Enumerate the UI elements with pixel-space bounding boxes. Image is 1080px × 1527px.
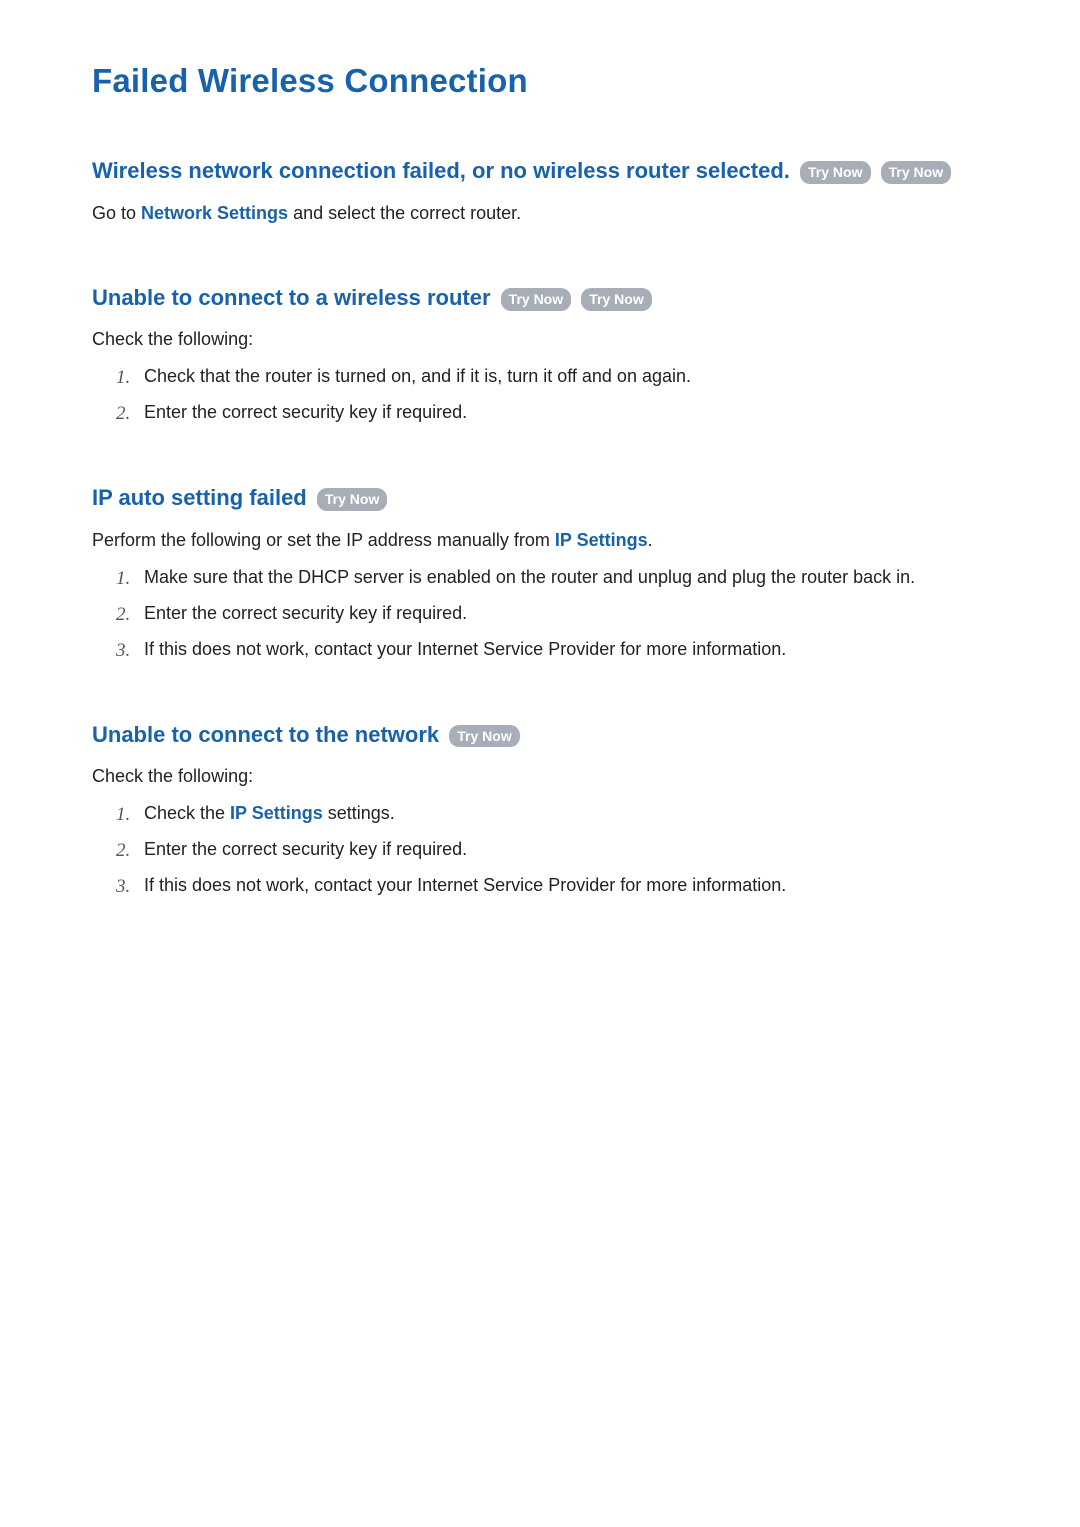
list-number: 2. bbox=[116, 836, 130, 865]
heading-text: Unable to connect to the network bbox=[92, 722, 439, 747]
document-page: Failed Wireless Connection Wireless netw… bbox=[0, 0, 1080, 1527]
try-now-button[interactable]: Try Now bbox=[881, 161, 951, 184]
list-item: 2. Enter the correct security key if req… bbox=[120, 836, 988, 864]
text-fragment: Perform the following or set the IP addr… bbox=[92, 530, 555, 550]
heading-text: Unable to connect to a wireless router bbox=[92, 285, 491, 310]
intro-text: Check the following: bbox=[92, 763, 988, 790]
body-text: Go to Network Settings and select the co… bbox=[92, 200, 988, 227]
section-heading: Unable to connect to a wireless router T… bbox=[92, 283, 988, 313]
section-heading: Wireless network connection failed, or n… bbox=[92, 156, 988, 186]
list-number: 3. bbox=[116, 636, 130, 665]
list-text: Check the IP Settings settings. bbox=[144, 803, 395, 823]
try-now-button[interactable]: Try Now bbox=[449, 725, 519, 748]
intro-text: Perform the following or set the IP addr… bbox=[92, 527, 988, 554]
list-text: If this does not work, contact your Inte… bbox=[144, 639, 786, 659]
list-text: Enter the correct security key if requir… bbox=[144, 603, 467, 623]
list-item: 2. Enter the correct security key if req… bbox=[120, 399, 988, 427]
section-unable-connect-network: Unable to connect to the network Try Now… bbox=[92, 720, 988, 900]
try-now-button[interactable]: Try Now bbox=[317, 488, 387, 511]
text-fragment: Check the bbox=[144, 803, 230, 823]
list-item: 1. Make sure that the DHCP server is ena… bbox=[120, 564, 988, 592]
text-fragment: . bbox=[648, 530, 653, 550]
section-connection-failed: Wireless network connection failed, or n… bbox=[92, 156, 988, 227]
list-number: 3. bbox=[116, 872, 130, 901]
list-number: 1. bbox=[116, 564, 130, 593]
list-text: Check that the router is turned on, and … bbox=[144, 366, 691, 386]
intro-text: Check the following: bbox=[92, 326, 988, 353]
list-number: 2. bbox=[116, 399, 130, 428]
list-item: 1. Check the IP Settings settings. bbox=[120, 800, 988, 828]
network-settings-link[interactable]: Network Settings bbox=[141, 203, 288, 223]
try-now-button[interactable]: Try Now bbox=[800, 161, 870, 184]
ip-settings-link[interactable]: IP Settings bbox=[555, 530, 648, 550]
page-title: Failed Wireless Connection bbox=[92, 62, 988, 100]
try-now-button[interactable]: Try Now bbox=[501, 288, 571, 311]
list-text: If this does not work, contact your Inte… bbox=[144, 875, 786, 895]
section-ip-auto-failed: IP auto setting failed Try Now Perform t… bbox=[92, 483, 988, 663]
steps-list: 1. Check the IP Settings settings. 2. En… bbox=[92, 800, 988, 900]
list-item: 3. If this does not work, contact your I… bbox=[120, 872, 988, 900]
text-fragment: settings. bbox=[323, 803, 395, 823]
try-now-button[interactable]: Try Now bbox=[581, 288, 651, 311]
section-unable-connect-router: Unable to connect to a wireless router T… bbox=[92, 283, 988, 427]
list-text: Enter the correct security key if requir… bbox=[144, 402, 467, 422]
list-text: Enter the correct security key if requir… bbox=[144, 839, 467, 859]
section-heading: IP auto setting failed Try Now bbox=[92, 483, 988, 513]
list-item: 2. Enter the correct security key if req… bbox=[120, 600, 988, 628]
list-number: 1. bbox=[116, 363, 130, 392]
list-item: 3. If this does not work, contact your I… bbox=[120, 636, 988, 664]
list-number: 2. bbox=[116, 600, 130, 629]
steps-list: 1. Check that the router is turned on, a… bbox=[92, 363, 988, 427]
heading-text: Wireless network connection failed, or n… bbox=[92, 158, 790, 183]
ip-settings-link[interactable]: IP Settings bbox=[230, 803, 323, 823]
list-number: 1. bbox=[116, 800, 130, 829]
heading-text: IP auto setting failed bbox=[92, 485, 307, 510]
steps-list: 1. Make sure that the DHCP server is ena… bbox=[92, 564, 988, 664]
section-heading: Unable to connect to the network Try Now bbox=[92, 720, 988, 750]
text-fragment: and select the correct router. bbox=[288, 203, 521, 223]
list-item: 1. Check that the router is turned on, a… bbox=[120, 363, 988, 391]
list-text: Make sure that the DHCP server is enable… bbox=[144, 567, 915, 587]
text-fragment: Go to bbox=[92, 203, 141, 223]
